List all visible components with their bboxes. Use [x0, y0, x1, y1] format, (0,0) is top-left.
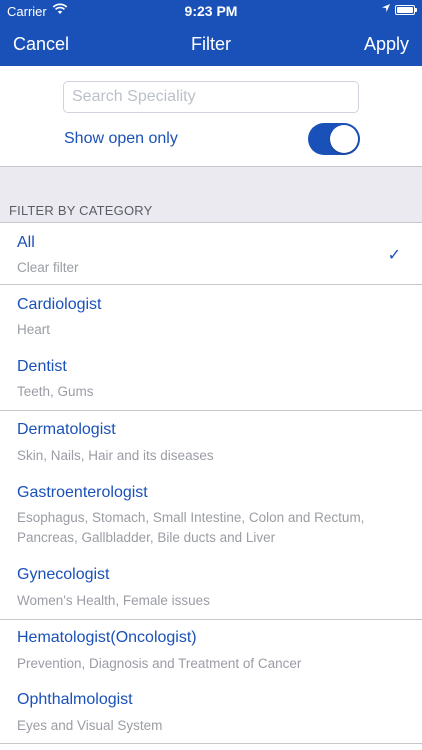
page-title: Filter — [191, 34, 231, 54]
list-item-subtitle: Heart — [17, 322, 51, 337]
category-list: All Clear filter ✓ Cardiologist Heart De… — [0, 223, 422, 744]
show-open-label: Show open only — [64, 130, 178, 147]
list-item-title: Dermatologist — [17, 421, 116, 438]
list-item-all[interactable]: All Clear filter ✓ — [0, 223, 422, 284]
list-item-title: Gastroenterologist — [17, 484, 148, 501]
apply-button[interactable]: Apply — [364, 34, 409, 55]
divider — [0, 743, 422, 744]
list-item-gynecologist[interactable]: Gynecologist Women's Health, Female issu… — [0, 557, 422, 619]
section-gap: FILTER BY CATEGORY — [0, 166, 422, 223]
list-item-title: All — [17, 234, 35, 251]
list-item-subtitle: Teeth, Gums — [17, 384, 94, 399]
list-item-title: Cardiologist — [17, 296, 102, 313]
nav-bar: Cancel Filter Apply — [0, 22, 422, 66]
list-item-title: Gynecologist — [17, 566, 110, 583]
list-item-subtitle: Skin, Nails, Hair and its diseases — [17, 448, 214, 463]
checkmark-icon: ✓ — [387, 247, 401, 264]
list-item-ophthalmologist[interactable]: Ophthalmologist Eyes and Visual System — [0, 682, 422, 743]
list-item-subtitle: Eyes and Visual System — [17, 718, 163, 733]
list-item-title: Dentist — [17, 358, 67, 375]
list-item-subtitle: Esophagus, Stomach, Small Intestine, Col… — [17, 510, 365, 545]
status-bar: Carrier 9:23 PM — [0, 0, 422, 22]
list-item-hematologist[interactable]: Hematologist(Oncologist) Prevention, Dia… — [0, 620, 422, 682]
list-item-dermatologist[interactable]: Dermatologist Skin, Nails, Hair and its … — [0, 411, 422, 474]
list-item-subtitle: Clear filter — [17, 260, 79, 275]
list-item-subtitle: Women's Health, Female issues — [17, 593, 210, 608]
search-input[interactable] — [63, 81, 359, 113]
show-open-toggle[interactable] — [308, 123, 360, 155]
list-item-title: Ophthalmologist — [17, 691, 133, 708]
battery-icon — [395, 5, 417, 15]
list-item-cardiologist[interactable]: Cardiologist Heart — [0, 285, 422, 347]
list-item-dentist[interactable]: Dentist Teeth, Gums — [0, 347, 422, 410]
list-item-title: Hematologist(Oncologist) — [17, 629, 197, 646]
section-header: FILTER BY CATEGORY — [9, 203, 153, 218]
search-area: Show open only — [0, 66, 422, 166]
location-arrow-icon — [381, 3, 391, 16]
list-item-subtitle: Prevention, Diagnosis and Treatment of C… — [17, 656, 302, 671]
status-time: 9:23 PM — [184, 3, 238, 19]
toggle-knob — [330, 125, 358, 153]
header: Carrier 9:23 PM Cancel Filter Apply — [0, 0, 422, 66]
list-item-gastroenterologist[interactable]: Gastroenterologist Esophagus, Stomach, S… — [0, 474, 422, 557]
